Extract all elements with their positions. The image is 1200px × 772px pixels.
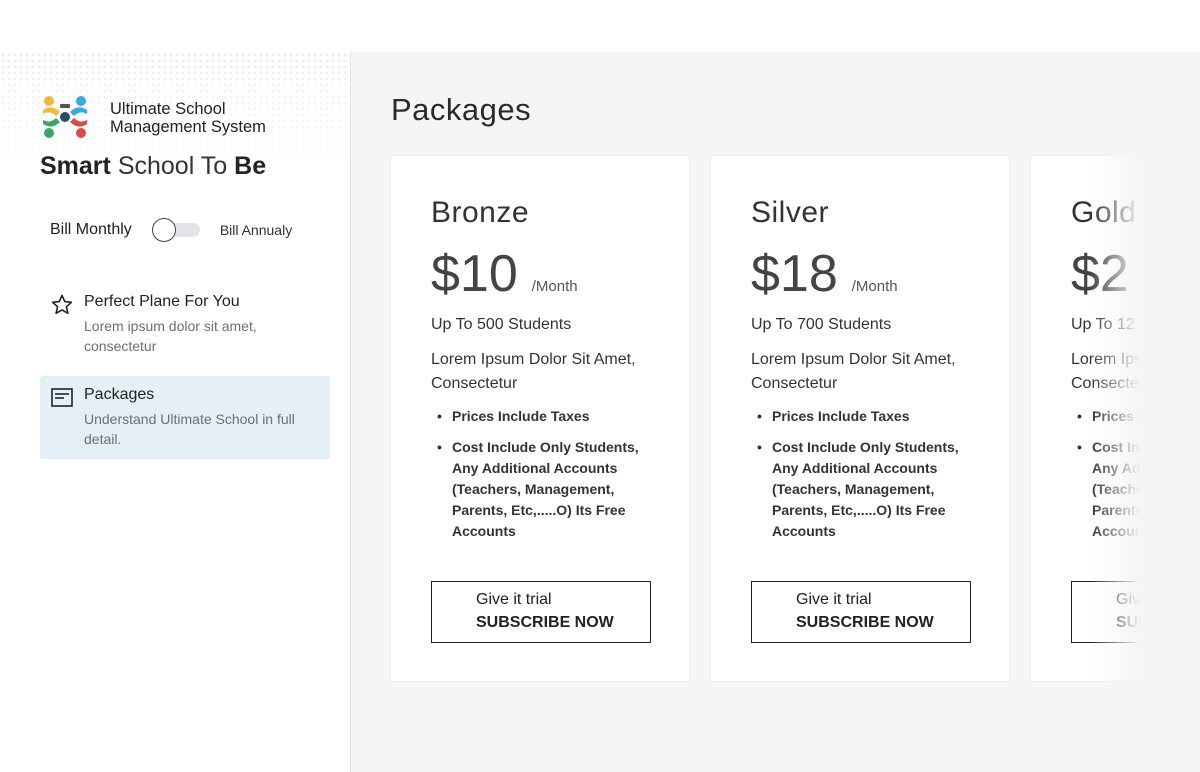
bill-annually-label[interactable]: Bill Annualy <box>220 222 292 238</box>
feature-item: Cost Include Only Students, Any Addition… <box>1071 437 1140 542</box>
feature-item: Prices Include Taxes <box>431 406 661 427</box>
subscribe-button-label: SUBSCRIBE NOW <box>796 614 934 631</box>
subscribe-button[interactable]: Give it trial SUBSCRIBE NOW <box>751 581 971 643</box>
price-row: $18 /Month <box>751 244 898 304</box>
subscribe-button-top-label: Give it trial <box>1116 591 1140 608</box>
sidebar-item-description: Lorem ipsum dolor sit amet, consectetur <box>84 318 257 354</box>
sidebar: Ultimate School Management System Smart … <box>0 52 351 772</box>
tagline: Smart School To Be <box>40 152 266 181</box>
bill-monthly-label[interactable]: Bill Monthly <box>50 221 132 239</box>
document-icon <box>51 388 73 407</box>
app-page: Ultimate School Management System Smart … <box>0 52 1200 772</box>
package-period: /Month <box>531 278 578 295</box>
people-circle-logo-icon <box>43 96 87 138</box>
tagline-part-school: School <box>117 152 195 180</box>
brand-name-line1: Ultimate School <box>110 100 226 118</box>
billing-toggle-group: Bill Monthly Bill Annualy <box>50 218 292 242</box>
page-title: Packages <box>391 92 532 127</box>
package-students: Up To 12 <box>1071 316 1135 333</box>
main-content: Packages Bronze $10 /Month Up To 500 Stu… <box>351 52 1200 772</box>
package-card-gold: Gold $2 Up To 12 Lorem Ipsum Dolor Sit A… <box>1030 155 1140 682</box>
package-features: Prices Include Taxes Cost Include Only S… <box>1071 406 1140 552</box>
package-card-bronze: Bronze $10 /Month Up To 500 Students Lor… <box>390 155 690 682</box>
subscribe-button-top-label: Give it trial <box>476 591 552 608</box>
brand-name-line2: Management System <box>110 118 266 136</box>
feature-item: Prices Include Taxes <box>1071 406 1140 427</box>
sidebar-item-title: Perfect Plane For You <box>84 293 240 310</box>
package-name: Silver <box>751 196 830 229</box>
package-features: Prices Include Taxes Cost Include Only S… <box>431 406 661 552</box>
subscribe-button-label: SUBSCRIBE NOW <box>1116 614 1140 631</box>
package-name: Bronze <box>431 196 530 229</box>
sidebar-item-packages[interactable]: Packages Understand Ultimate School in f… <box>40 376 330 459</box>
billing-period-toggle[interactable] <box>151 218 200 242</box>
tagline-part-be: Be <box>234 152 267 180</box>
subscribe-button[interactable]: Give it trial SUBSCRIBE NOW <box>1071 581 1140 643</box>
package-price: $18 <box>751 245 838 303</box>
star-icon <box>51 294 73 315</box>
sidebar-item-title: Packages <box>84 386 155 403</box>
price-row: $10 /Month <box>431 244 578 304</box>
package-name: Gold <box>1071 196 1137 229</box>
package-period: /Month <box>851 278 898 295</box>
packages-carousel: Bronze $10 /Month Up To 500 Students Lor… <box>390 155 1140 695</box>
brand-name: Ultimate School Management System <box>110 100 310 136</box>
package-students: Up To 700 Students <box>751 316 892 333</box>
feature-item: Cost Include Only Students, Any Addition… <box>431 437 661 542</box>
tagline-part-smart: Smart <box>40 152 111 180</box>
subscribe-button[interactable]: Give it trial SUBSCRIBE NOW <box>431 581 651 643</box>
feature-item: Cost Include Only Students, Any Addition… <box>751 437 981 542</box>
package-card-silver: Silver $18 /Month Up To 700 Students Lor… <box>710 155 1010 682</box>
price-row: $2 <box>1071 244 1140 304</box>
package-description: Lorem Ipsum Dolor Sit Amet, Consectetur <box>431 351 636 392</box>
toggle-knob <box>151 218 176 242</box>
package-features: Prices Include Taxes Cost Include Only S… <box>751 406 981 552</box>
feature-item: Prices Include Taxes <box>751 406 981 427</box>
tagline-part-to: To <box>200 152 228 180</box>
package-description: Lorem Ipsum Dolor Sit Amet, Consectetur <box>751 351 956 392</box>
subscribe-button-top-label: Give it trial <box>796 591 872 608</box>
sidebar-item-description: Understand Ultimate School in full detai… <box>84 411 295 447</box>
package-description: Lorem Ipsum Dolor Sit Amet, Consectetur <box>1071 351 1140 392</box>
package-students: Up To 500 Students <box>431 316 572 333</box>
sidebar-item-perfect-plan[interactable]: Perfect Plane For You Lorem ipsum dolor … <box>40 283 330 366</box>
package-price: $2 <box>1071 245 1129 303</box>
package-price: $10 <box>431 245 518 303</box>
subscribe-button-label: SUBSCRIBE NOW <box>476 614 614 631</box>
